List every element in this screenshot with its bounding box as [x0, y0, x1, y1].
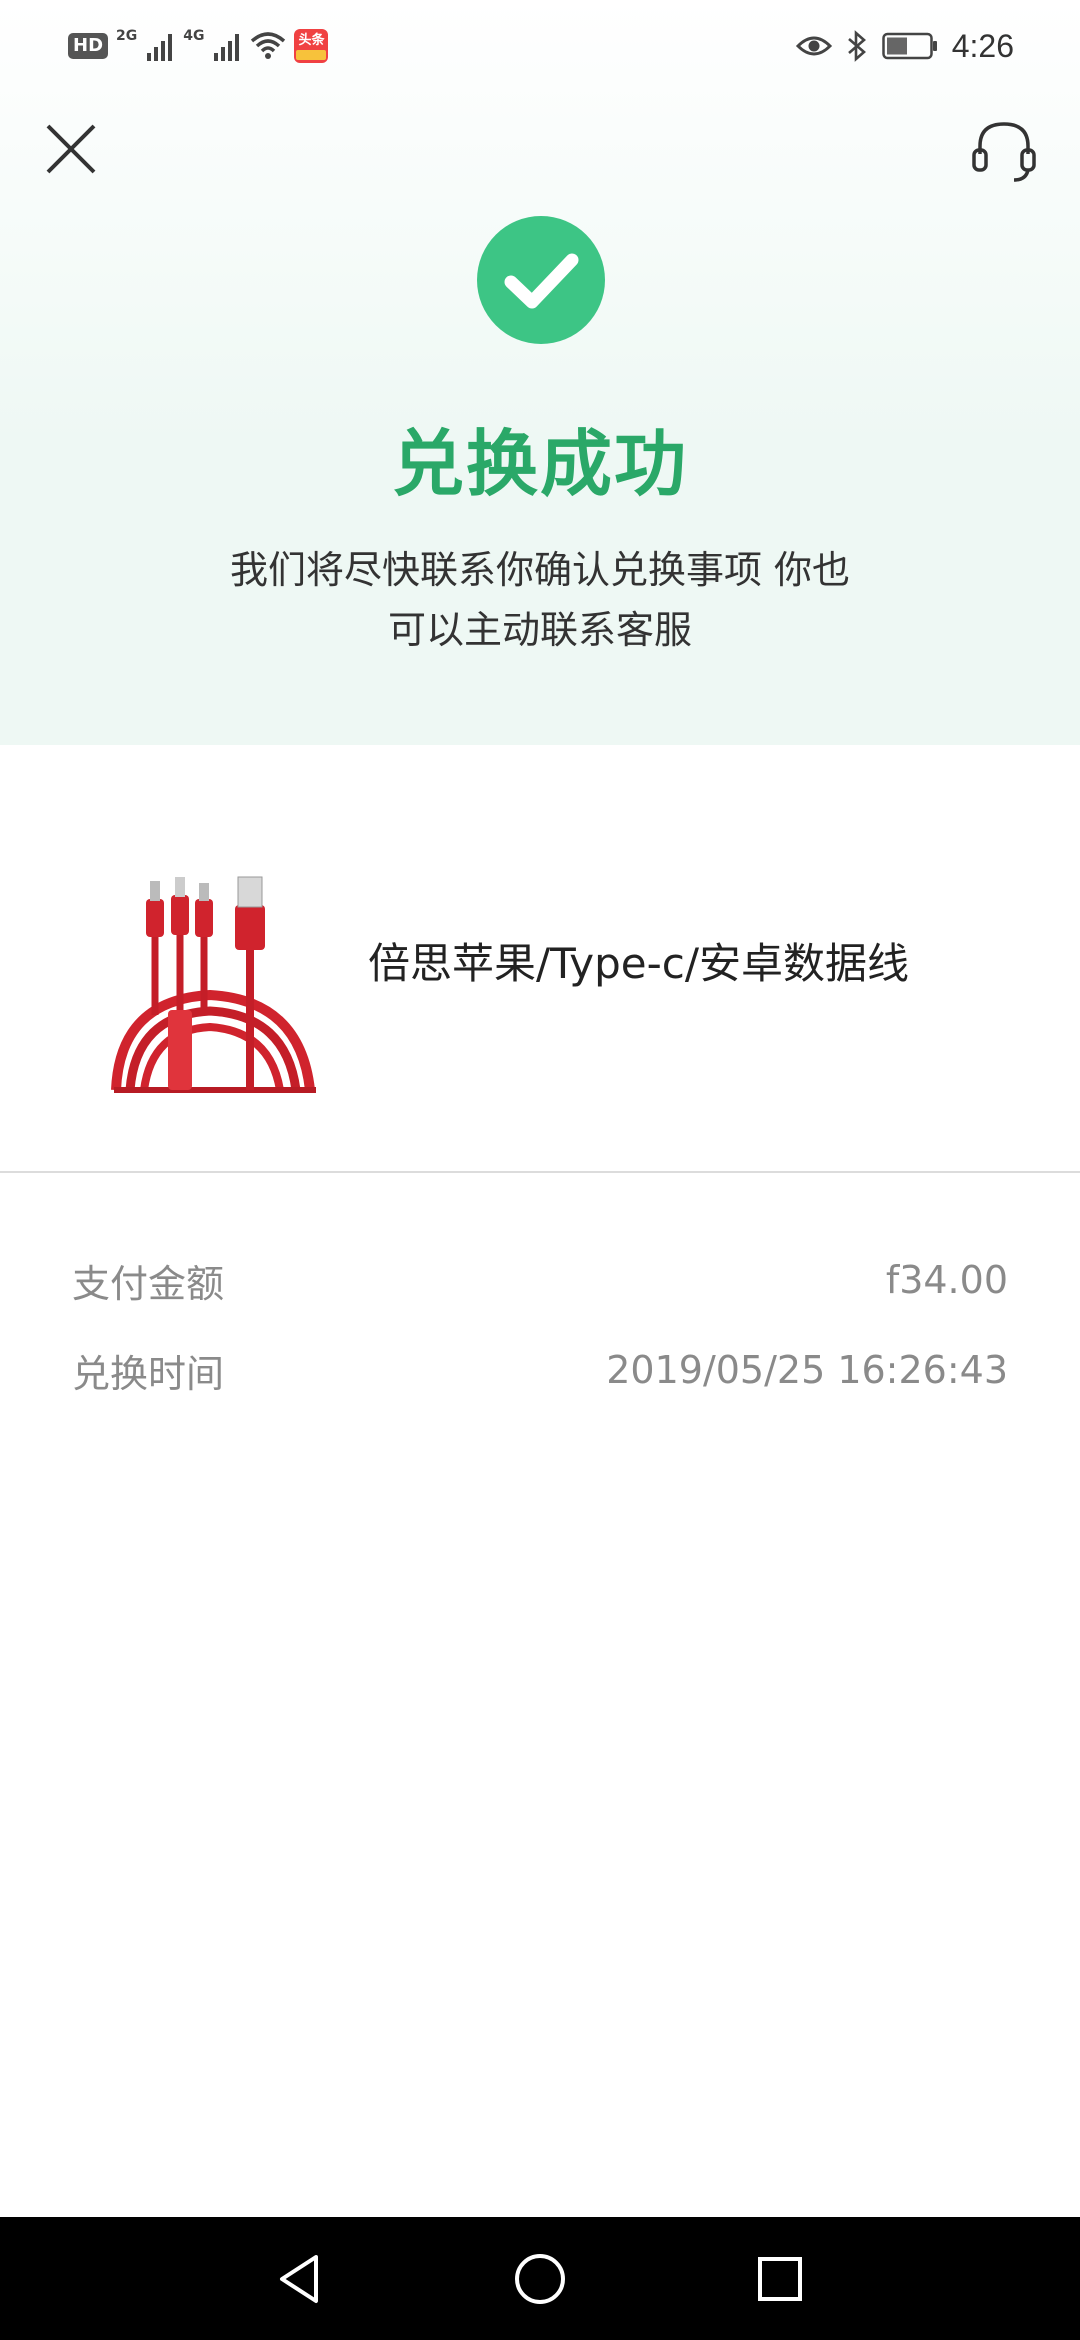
close-icon	[46, 124, 96, 174]
order-details: 支付金额 f34.00 兑换时间 2019/05/25 16:26:43	[72, 1235, 1008, 1415]
hd-badge: HD	[68, 33, 109, 59]
signal-icon	[147, 34, 173, 61]
detail-value: 2019/05/25 16:26:43	[606, 1348, 1008, 1392]
back-triangle-icon	[280, 2255, 318, 2303]
product-name: 倍思苹果/Type-c/安卓数据线	[368, 939, 910, 988]
detail-label: 兑换时间	[72, 1351, 225, 1396]
success-hero: HD 2G 4G 头条 4:26 兑换成功 我们将尽快联系你确认兑换事项 你也可…	[0, 0, 1080, 745]
usb-cable-image	[111, 876, 316, 1093]
close-button[interactable]	[40, 118, 102, 180]
signal-icon	[214, 34, 240, 61]
detail-row-payment: 支付金额 f34.00	[72, 1235, 1008, 1325]
checkmark-icon	[504, 253, 579, 309]
status-bar-right: 4:26	[795, 26, 1014, 66]
network-4g-label: 4G	[183, 28, 205, 44]
customer-service-button[interactable]	[968, 114, 1040, 186]
recents-square-icon	[758, 2257, 802, 2301]
bluetooth-icon	[847, 30, 866, 62]
detail-row-time: 兑换时间 2019/05/25 16:26:43	[72, 1325, 1008, 1415]
nav-recents-button[interactable]	[748, 2247, 812, 2311]
product-card[interactable]: 倍思苹果/Type-c/安卓数据线	[0, 745, 1080, 1173]
exchange-success-screen: HD 2G 4G 头条 4:26 兑换成功 我们将尽快联系你确认兑换事项 你也可…	[0, 0, 1080, 2340]
headset-icon	[972, 122, 1036, 182]
status-bar-left: HD 2G 4G 头条	[68, 26, 329, 66]
success-description: 我们将尽快联系你确认兑换事项 你也可以主动联系客服	[229, 548, 851, 652]
nav-back-button[interactable]	[268, 2247, 332, 2311]
network-2g-label: 2G	[116, 28, 138, 44]
battery-icon	[881, 32, 937, 60]
toutiao-badge-sub	[296, 50, 327, 60]
status-bar: HD 2G 4G 头条 4:26	[0, 0, 1080, 92]
product-image	[110, 875, 320, 1095]
toutiao-badge-text: 头条	[298, 33, 325, 48]
detail-value: f34.00	[885, 1258, 1008, 1302]
success-title: 兑换成功	[391, 422, 688, 506]
success-check-circle	[477, 216, 605, 344]
system-navigation-bar	[0, 2217, 1080, 2340]
toutiao-app-icon: 头条	[294, 29, 329, 63]
wifi-icon	[251, 32, 286, 59]
eye-comfort-icon	[795, 36, 832, 56]
nav-home-button[interactable]	[508, 2247, 572, 2311]
home-circle-icon	[515, 2254, 565, 2304]
detail-label: 支付金额	[72, 1261, 225, 1306]
status-time: 4:26	[951, 27, 1014, 64]
